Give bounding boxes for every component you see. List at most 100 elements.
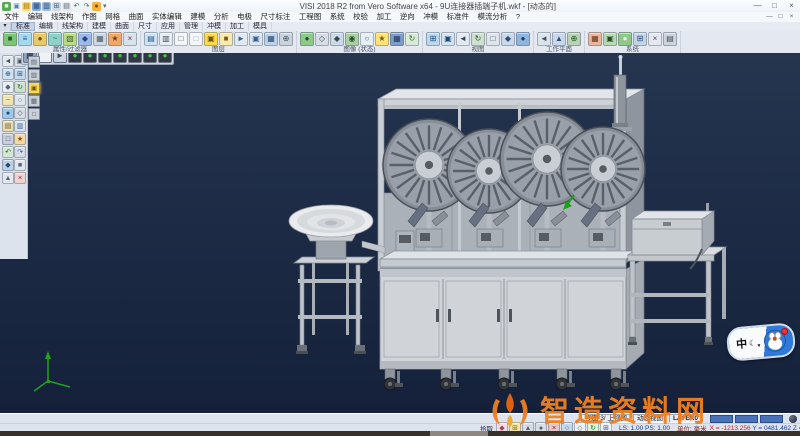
pan-icon[interactable]: ◆	[2, 81, 14, 93]
wireframe-mode-icon[interactable]: ◇	[315, 32, 329, 46]
layer-current-icon[interactable]: ▣	[204, 32, 218, 46]
zoom-fit-icon[interactable]: ⊞	[426, 32, 440, 46]
close-button[interactable]: ×	[783, 0, 800, 12]
pan-view-icon[interactable]: ◄	[456, 32, 470, 46]
maximize-button[interactable]: □	[766, 0, 783, 12]
zoom-window-icon[interactable]: ⊕	[2, 68, 14, 80]
select-icon[interactable]: ◄	[2, 55, 14, 67]
save-all-icon[interactable]: ▥	[42, 2, 51, 11]
menu-item[interactable]: 尺寸标注	[256, 12, 294, 22]
status-slot-1[interactable]	[710, 415, 733, 423]
system-grid-icon[interactable]: ⊞	[633, 32, 647, 46]
status-mode-cell[interactable]: 动态视图	[633, 414, 667, 423]
menu-item[interactable]: 校验	[349, 12, 372, 22]
zoom-fit-icon[interactable]: ⊞	[14, 68, 26, 80]
menu-item[interactable]: 作图	[78, 12, 101, 22]
view-orient-right-icon[interactable]: ●	[113, 53, 127, 63]
toolbar-tab[interactable]: 模具	[249, 22, 272, 31]
menu-item[interactable]: 工程图	[295, 12, 326, 22]
toolbar-tab[interactable]: 管理	[180, 22, 203, 31]
mini-view-btn-5[interactable]: □	[28, 108, 40, 120]
system-print-icon[interactable]: ▤	[663, 32, 677, 46]
layer-purge-icon[interactable]: ⊕	[279, 32, 293, 46]
toolbar-tab[interactable]: 加工	[226, 22, 249, 31]
system-settings-icon[interactable]: ▦	[588, 32, 602, 46]
front-view-icon[interactable]: ■	[14, 159, 26, 171]
filter-all-icon[interactable]: ★	[108, 32, 122, 46]
menu-item[interactable]: 冲模	[419, 12, 442, 22]
toolbar-tab[interactable]: 曲面	[111, 22, 134, 31]
menu-item[interactable]: 实体编辑	[148, 12, 186, 22]
workplane-reset-icon[interactable]: ⊕	[567, 32, 581, 46]
status-slot-2[interactable]	[735, 415, 758, 423]
background-icon[interactable]: ▦	[390, 32, 404, 46]
status-slot-3[interactable]	[760, 415, 783, 423]
iso-view-icon[interactable]: ◆	[501, 32, 515, 46]
mdi-minimize-button[interactable]: —	[764, 12, 775, 22]
shade-edge-icon[interactable]: ◉	[345, 32, 359, 46]
new-file-icon[interactable]: ▣	[12, 2, 21, 11]
print-icon[interactable]: ▤	[62, 2, 71, 11]
layer-copy-icon[interactable]: ▣	[249, 32, 263, 46]
mini-view-btn-2[interactable]: ▥	[28, 69, 40, 81]
zoom-window-icon[interactable]: ▣	[441, 32, 455, 46]
view-orient-left-icon[interactable]: ●	[128, 53, 142, 63]
toolbar-tab[interactable]: 冲模	[203, 22, 226, 31]
attribute-color-icon[interactable]: ■	[3, 32, 17, 46]
toolbar-tab[interactable]: 建模	[88, 22, 111, 31]
toolbar-tab[interactable]: 线架构	[58, 22, 88, 31]
light-icon[interactable]: ★	[375, 32, 389, 46]
mdi-restore-button[interactable]: □	[775, 12, 786, 22]
layer-move-icon[interactable]: ►	[234, 32, 248, 46]
toolbar-tab[interactable]: 尺寸	[134, 22, 157, 31]
filter-point-icon[interactable]: ●	[33, 32, 47, 46]
menu-item[interactable]: 编辑	[23, 12, 46, 22]
delete-icon[interactable]: ×	[14, 172, 26, 184]
view-orient-iso-icon[interactable]: ●	[68, 53, 82, 63]
layer-merge-icon[interactable]: ▦	[264, 32, 278, 46]
mdi-close-button[interactable]: ×	[786, 12, 797, 22]
layer-on-icon[interactable]: □	[174, 32, 188, 46]
layer-panel-icon[interactable]: ▤	[2, 120, 14, 132]
previous-view-icon[interactable]: ↷	[14, 146, 26, 158]
view-orient-front-icon[interactable]: ●	[98, 53, 112, 63]
view-blank-button[interactable]	[38, 53, 52, 63]
refresh-image-icon[interactable]: ↻	[405, 32, 419, 46]
axonometric-icon[interactable]: ◆	[2, 159, 14, 171]
system-info-icon[interactable]: ●	[618, 32, 632, 46]
toolbar-tab[interactable]: 标准	[11, 22, 35, 31]
redo-icon[interactable]: ↷	[82, 2, 91, 11]
top-view-icon[interactable]: ▲	[2, 172, 14, 184]
view-play-icon[interactable]: ►	[53, 53, 67, 63]
view-orient-bottom-icon[interactable]: ●	[158, 53, 172, 63]
measure-icon[interactable]: ~	[2, 94, 14, 106]
menu-item[interactable]: 建模	[186, 12, 209, 22]
menu-item[interactable]: 线架构	[47, 12, 78, 22]
filter-reset-icon[interactable]: ×	[123, 32, 137, 46]
clip-plane-icon[interactable]: □	[2, 133, 14, 145]
menu-item[interactable]: 电极	[233, 12, 256, 22]
redraw-icon[interactable]: ↶	[2, 146, 14, 158]
menu-item[interactable]: 系统	[326, 12, 349, 22]
status-layer-cell[interactable]: LAYER0	[669, 414, 702, 423]
wireframe-toggle-icon[interactable]: ◇	[14, 107, 26, 119]
menu-item[interactable]: 网格	[101, 12, 124, 22]
menu-item[interactable]: 模流分析	[473, 12, 511, 22]
viewport-3d[interactable]: ◄▣⊕⊞◆↻~○●◇▤▥□★↶↷◆■▲× ▦►●●●●●●● ▤▥▣▦□ 中 ☾…	[0, 53, 800, 413]
open-file-icon[interactable]: ▤	[22, 2, 31, 11]
ime-language-label[interactable]: 中	[735, 335, 747, 352]
history-icon[interactable]: ●	[92, 2, 101, 11]
menu-item[interactable]: 文件	[0, 12, 23, 22]
menu-item[interactable]: 曲面	[124, 12, 147, 22]
filter-surface-icon[interactable]: ▧	[63, 32, 77, 46]
annotation-icon[interactable]: ★	[14, 133, 26, 145]
layer-lock-icon[interactable]: ■	[219, 32, 233, 46]
shade-toggle-icon[interactable]: ●	[2, 107, 14, 119]
menu-item[interactable]: 标准件	[442, 12, 473, 22]
save-icon[interactable]: ▦	[32, 2, 41, 11]
import-icon[interactable]: ⊞	[52, 2, 61, 11]
hidden-line-icon[interactable]: ◆	[330, 32, 344, 46]
toolbar-tab[interactable]: 编辑	[35, 22, 58, 31]
ime-fullhalf-icon[interactable]: ☾	[749, 338, 757, 348]
filter-mesh-icon[interactable]: ▦	[93, 32, 107, 46]
